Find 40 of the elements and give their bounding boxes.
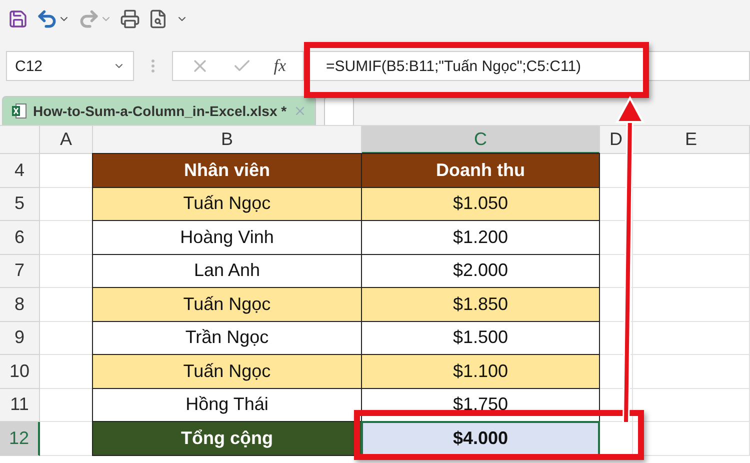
row-header[interactable]: 10 bbox=[0, 355, 40, 388]
column-header[interactable]: C bbox=[362, 126, 600, 154]
row-header[interactable]: 6 bbox=[0, 221, 40, 254]
name-box-value: C12 bbox=[15, 58, 43, 74]
empty-cell bbox=[600, 254, 633, 288]
empty-cell bbox=[600, 388, 633, 422]
save-icon[interactable] bbox=[8, 9, 28, 29]
table-cell: $1.050 bbox=[361, 186, 600, 221]
workbook-tab[interactable]: How-to-Sum-a-Column_in-Excel.xlsx * bbox=[2, 96, 316, 125]
row-header[interactable]: 5 bbox=[0, 188, 40, 221]
row-header[interactable]: 4 bbox=[0, 154, 40, 188]
empty-cell bbox=[600, 288, 633, 322]
table-cell: Tuấn Ngọc bbox=[92, 354, 362, 388]
table-cell: $1.850 bbox=[361, 287, 600, 322]
new-tab[interactable] bbox=[324, 96, 354, 125]
row-header[interactable]: 12 bbox=[0, 422, 40, 456]
row-header[interactable]: 11 bbox=[0, 388, 40, 422]
row-header[interactable]: 8 bbox=[0, 288, 40, 322]
row-header[interactable]: 7 bbox=[0, 254, 40, 288]
column-heading-cell: Nhân viên bbox=[92, 153, 362, 188]
empty-cell bbox=[600, 221, 633, 254]
empty-cell bbox=[600, 355, 633, 388]
column-heading-cell: Doanh thu bbox=[361, 153, 600, 188]
table-cell: Tuấn Ngọc bbox=[92, 287, 362, 322]
column-header[interactable]: B bbox=[93, 126, 362, 154]
printer-icon[interactable] bbox=[120, 9, 140, 29]
column-header[interactable]: E bbox=[633, 126, 750, 154]
empty-cell bbox=[600, 188, 633, 221]
name-box[interactable]: C12 bbox=[6, 51, 134, 81]
grip-icon bbox=[151, 59, 155, 73]
table-cell: $4.000 bbox=[361, 421, 600, 456]
column-header[interactable]: A bbox=[40, 126, 93, 154]
print-preview-icon[interactable] bbox=[148, 9, 168, 29]
excel-file-icon bbox=[11, 103, 27, 119]
undo-icon[interactable] bbox=[36, 8, 58, 30]
table-cell: $1.100 bbox=[361, 354, 600, 388]
insert-function-button[interactable]: fx bbox=[274, 56, 286, 76]
table-cell: Tuấn Ngọc bbox=[92, 186, 362, 221]
empty-cell bbox=[600, 322, 633, 355]
row-header[interactable]: 9 bbox=[0, 322, 40, 355]
